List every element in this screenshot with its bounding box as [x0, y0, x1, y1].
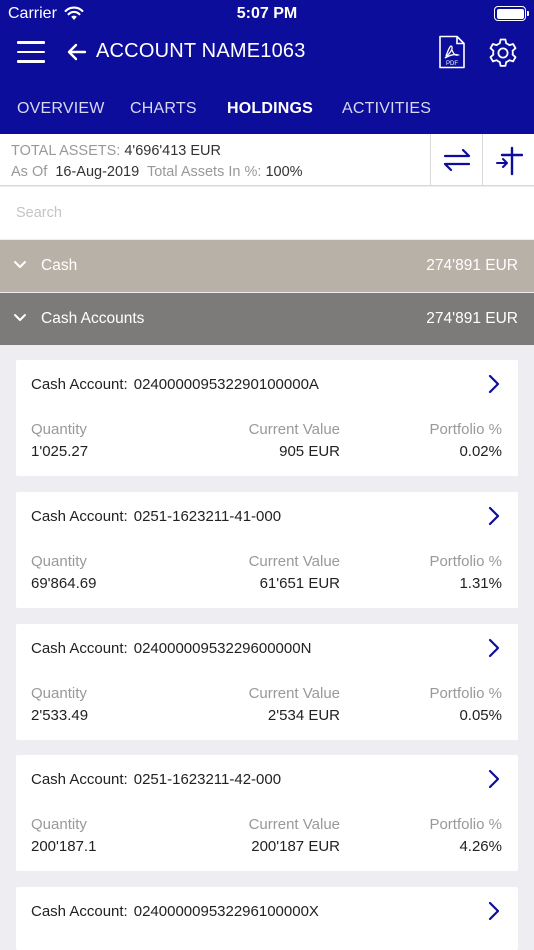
current-value-label: Current Value [248, 685, 340, 702]
current-value-label: Current Value [248, 553, 340, 570]
current-value: 2'534 EUR [267, 707, 340, 724]
battery-icon [494, 6, 529, 21]
status-time: 5:07 PM [236, 5, 298, 22]
tab-overview[interactable]: OVERVIEW [17, 100, 105, 118]
account-number: 0251-1623211-42-000 [133, 771, 282, 788]
group-value: 274'891 EUR [426, 257, 518, 274]
account-number: 024000009532290100000A [133, 376, 319, 393]
as-of-date: 16-Aug-2019 [55, 164, 140, 180]
current-value-label: Current Value [248, 816, 340, 833]
current-value-label: Current Value [248, 421, 340, 438]
portfolio-value: 0.05% [459, 707, 502, 724]
holding-card[interactable]: Cash Account: 0251-1623211-41-000 Quantit… [16, 492, 518, 608]
quantity-value: 69'864.69 [31, 575, 97, 592]
card-title-prefix: Cash Account: [31, 508, 128, 525]
account-number: 024000009532296100000X [133, 903, 319, 920]
portfolio-label: Portfolio % [429, 685, 502, 702]
chevron-right-icon[interactable] [488, 638, 500, 658]
current-value: 61'651 EUR [259, 575, 340, 592]
search-bar [0, 187, 534, 239]
tab-activities[interactable]: ACTIVITIES [342, 100, 431, 118]
quantity-value: 200'187.1 [31, 838, 97, 855]
tab-bar: OVERVIEW CHARTS HOLDINGS ACTIVITIES [0, 86, 534, 130]
sort-icon [496, 146, 523, 176]
portfolio-value: 4.26% [459, 838, 502, 855]
card-title-prefix: Cash Account: [31, 771, 128, 788]
swap-icon [443, 148, 471, 172]
holding-card[interactable]: Cash Account: 0251-1623211-42-000 Quantit… [16, 755, 518, 871]
card-title-prefix: Cash Account: [31, 903, 128, 920]
back-arrow-icon[interactable] [66, 41, 88, 63]
portfolio-value: 1.31% [459, 575, 502, 592]
current-value: 905 EUR [279, 443, 340, 460]
chevron-down-icon [14, 261, 26, 268]
holding-card[interactable]: Cash Account: 024000009532290100000A Quan… [16, 360, 518, 476]
group-value: 274'891 EUR [426, 310, 518, 327]
swap-button[interactable] [430, 134, 482, 186]
quantity-value: 2'533.49 [31, 707, 89, 724]
card-title: Cash Account: 024000009532296100000X [31, 903, 319, 920]
portfolio-label: Portfolio % [429, 816, 502, 833]
portfolio-label: Portfolio % [429, 421, 502, 438]
quantity-label: Quantity [31, 421, 87, 438]
as-of-line: As Of 16-Aug-2019 Total Assets In %: 100… [11, 164, 303, 180]
quantity-label: Quantity [31, 816, 87, 833]
card-title: Cash Account: 024000009532290100000A [31, 376, 319, 393]
group-header-cash[interactable]: Cash 274'891 EUR [0, 240, 534, 292]
card-title-prefix: Cash Account: [31, 376, 128, 393]
group-header-cash-accounts[interactable]: Cash Accounts 274'891 EUR [0, 293, 534, 345]
card-title: Cash Account: 0251-1623211-42-000 [31, 771, 281, 788]
total-assets-percent-value: 100% [265, 164, 303, 180]
svg-text:PDF: PDF [446, 61, 458, 67]
search-input[interactable] [0, 187, 534, 239]
chevron-right-icon[interactable] [488, 769, 500, 789]
total-assets-percent-label: Total Assets In %: [146, 164, 262, 180]
menu-icon[interactable] [17, 41, 45, 63]
current-value: 200'187 EUR [251, 838, 340, 855]
status-bar: Carrier 5:07 PM [0, 0, 534, 28]
sort-button[interactable] [482, 134, 534, 186]
portfolio-value: 0.02% [459, 443, 502, 460]
quantity-value: 1'025.27 [31, 443, 89, 460]
card-title-prefix: Cash Account: [31, 640, 128, 657]
page-title: ACCOUNT NAME1063 [96, 40, 306, 62]
account-number: 0251-1623211-41-000 [133, 508, 282, 525]
card-title: Cash Account: 02400000953229600000N [31, 640, 311, 657]
gear-icon[interactable] [487, 37, 519, 69]
as-of-label: As Of [11, 164, 48, 180]
chevron-right-icon[interactable] [488, 374, 500, 394]
total-assets-value: 4'696'413 EUR [124, 143, 221, 159]
tab-charts[interactable]: CHARTS [130, 100, 197, 118]
holding-card[interactable]: Cash Account: 02400000953229600000N Quant… [16, 624, 518, 740]
total-assets-label: TOTAL ASSETS: [11, 143, 121, 159]
quantity-label: Quantity [31, 553, 87, 570]
portfolio-label: Portfolio % [429, 553, 502, 570]
total-assets-line: TOTAL ASSETS: 4'696'413 EUR [11, 143, 221, 159]
group-label: Cash [41, 257, 78, 274]
chevron-right-icon[interactable] [488, 901, 500, 921]
group-label: Cash Accounts [41, 310, 145, 327]
quantity-label: Quantity [31, 685, 87, 702]
chevron-down-icon [14, 314, 26, 321]
navigation-bar: ACCOUNT NAME1063 PDF [0, 28, 534, 78]
holding-card[interactable]: Cash Account: 024000009532296100000X [16, 887, 518, 950]
tab-holdings[interactable]: HOLDINGS [227, 100, 313, 118]
account-number: 02400000953229600000N [133, 640, 312, 657]
chevron-right-icon[interactable] [488, 506, 500, 526]
top-bar: Carrier 5:07 PM ACCOUNT NAME1063 PDF OVE… [0, 0, 534, 134]
card-title: Cash Account: 0251-1623211-41-000 [31, 508, 281, 525]
pdf-icon[interactable]: PDF [438, 35, 466, 69]
assets-summary: TOTAL ASSETS: 4'696'413 EUR As Of 16-Aug… [0, 134, 534, 186]
